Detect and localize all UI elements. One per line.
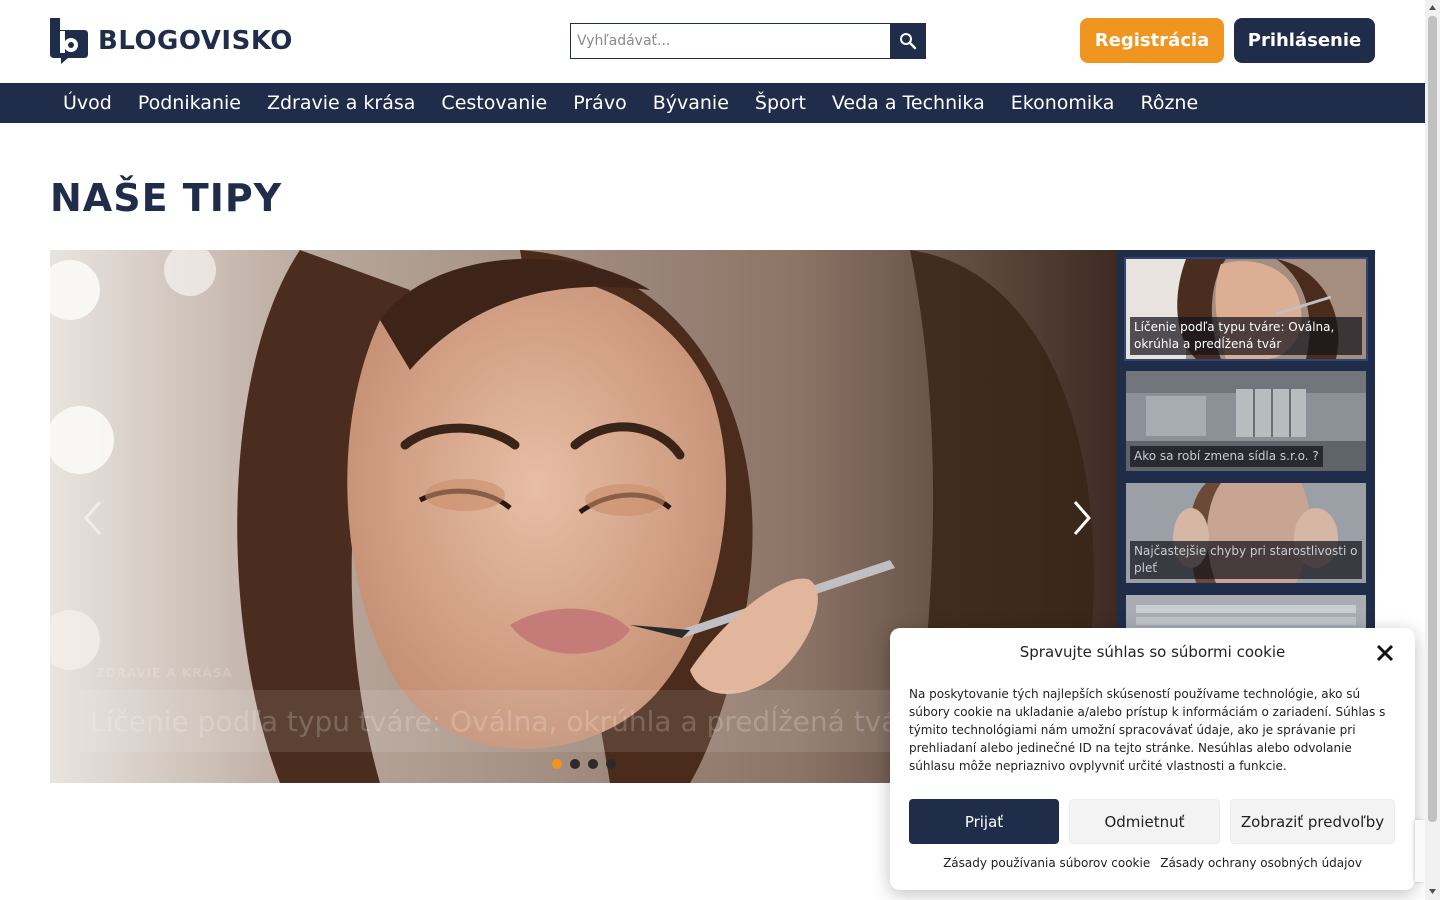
scroll-up-arrow-icon[interactable] [1428, 3, 1437, 12]
nav-item-zdravie-a-krasa[interactable]: Zdravie a krása [254, 92, 428, 114]
thumbnail-item[interactable]: Líčenie podľa typu tváre: Oválna, okrúhl… [1124, 257, 1368, 361]
scrollbar-thumb[interactable] [1428, 16, 1437, 822]
cookie-accept-button[interactable]: Prijať [909, 799, 1059, 844]
cookie-policy-link[interactable]: Zásady používania súborov cookie [943, 856, 1150, 870]
nav-item-pravo[interactable]: Právo [560, 92, 639, 114]
nav-item-ekonomika[interactable]: Ekonomika [998, 92, 1128, 114]
nav-item-byvanie[interactable]: Bývanie [640, 92, 742, 114]
thumbnail-label: Líčenie podľa typu tváre: Oválna, okrúhl… [1130, 317, 1362, 355]
thumbnail-label: Ako sa robí zmena sídla s.r.o. ? [1130, 446, 1323, 467]
recaptcha-badge[interactable] [1415, 820, 1425, 882]
cookie-dialog-title: Spravujte súhlas so súbormi cookie [1019, 643, 1286, 661]
site-logo[interactable]: BLOGOVISKO [50, 18, 293, 64]
thumbnail-item[interactable]: Ako sa robí zmena sídla s.r.o. ? [1126, 371, 1366, 471]
cookie-dialog-text: Na poskytovanie tých najlepších skúsenos… [909, 687, 1386, 773]
search-input[interactable] [570, 23, 890, 59]
thumbnail-label: Najčastejšie chyby pri starostlivosti o … [1130, 541, 1362, 579]
login-button[interactable]: Prihlásenie [1234, 18, 1375, 63]
page-scrollbar[interactable] [1425, 0, 1440, 900]
slider-dot[interactable] [552, 759, 562, 769]
cookie-consent-dialog: Spravujte súhlas so súbormi cookie Na po… [890, 628, 1415, 890]
cookie-preferences-button[interactable]: Zobraziť predvoľby [1230, 799, 1395, 844]
nav-item-cestovanie[interactable]: Cestovanie [428, 92, 560, 114]
site-header: BLOGOVISKO Registrácia Prihlásenie [0, 0, 1425, 83]
scroll-down-arrow-icon[interactable] [1428, 887, 1437, 896]
register-button[interactable]: Registrácia [1080, 18, 1224, 63]
slider-dot[interactable] [588, 759, 598, 769]
search-button[interactable] [890, 23, 926, 59]
search-form [570, 23, 926, 59]
nav-item-podnikanie[interactable]: Podnikanie [125, 92, 254, 114]
main-nav: Úvod Podnikanie Zdravie a krása Cestovan… [0, 83, 1425, 123]
logo-mark-icon [50, 18, 88, 64]
slider-dot[interactable] [606, 759, 616, 769]
thumbnail-item[interactable]: Najčastejšie chyby pri starostlivosti o … [1126, 483, 1366, 583]
slider-dot[interactable] [570, 759, 580, 769]
slider-pagination [552, 759, 616, 769]
chevron-right-icon[interactable] [1065, 498, 1095, 538]
logo-text: BLOGOVISKO [98, 26, 293, 56]
section-title: NAŠE TIPY [50, 176, 283, 220]
close-icon[interactable] [1374, 642, 1396, 664]
search-icon [900, 33, 917, 50]
slide-title[interactable]: Líčenie podľa typu tváre: Oválna, okrúhl… [90, 705, 910, 738]
nav-item-rozne[interactable]: Rôzne [1127, 92, 1211, 114]
chevron-left-icon[interactable] [80, 498, 110, 538]
cookie-deny-button[interactable]: Odmietnuť [1069, 799, 1220, 844]
nav-item-sport[interactable]: Šport [742, 92, 819, 114]
nav-item-veda-a-technika[interactable]: Veda a Technika [819, 92, 998, 114]
privacy-policy-link[interactable]: Zásady ochrany osobných údajov [1160, 856, 1362, 870]
nav-item-uvod[interactable]: Úvod [50, 92, 125, 114]
slide-category[interactable]: ZDRAVIE A KRÁSA [96, 666, 233, 680]
cookie-links: Zásady používania súborov cookie Zásady … [890, 856, 1415, 870]
